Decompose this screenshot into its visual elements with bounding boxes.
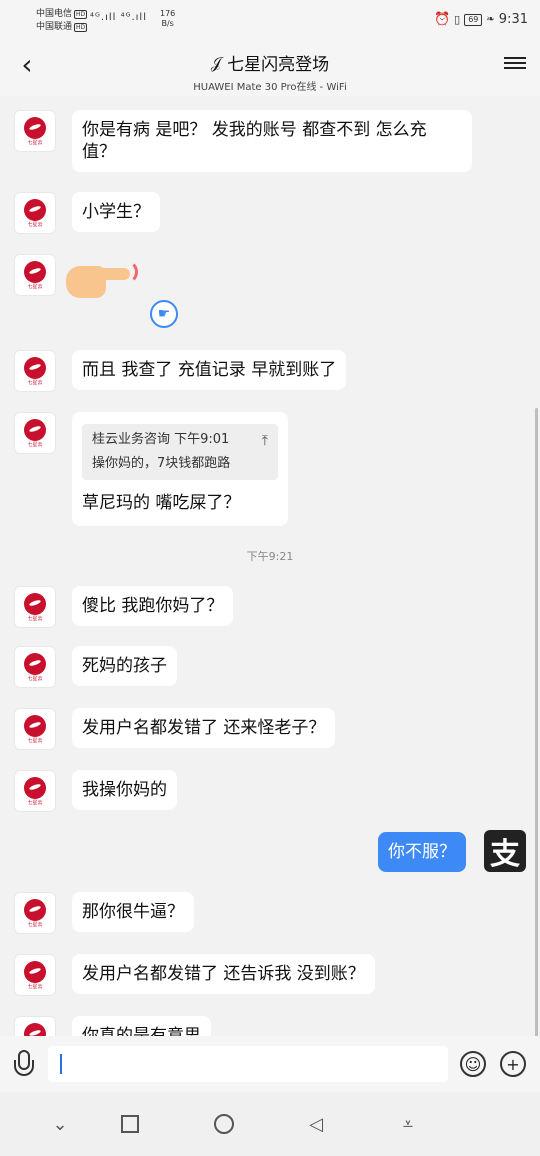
- hd-badge: HD: [74, 10, 88, 19]
- message-text: 你不服？: [388, 842, 456, 862]
- battery-icon: 69: [464, 13, 483, 26]
- contact-avatar[interactable]: 七星云: [14, 892, 56, 934]
- text-caret: [60, 1054, 62, 1074]
- message-text: 草尼玛的 嘴吃屎了？: [82, 493, 241, 513]
- chat-title-text: 七星闪亮登场: [227, 55, 330, 75]
- contact-avatar[interactable]: 七星云: [14, 254, 56, 296]
- carrier-2: 中国联通: [36, 22, 73, 32]
- ear-icon: 𝒥: [210, 53, 222, 72]
- signal-icon: ⁴ᴳ.ıll ⁴ᴳ.ıll: [90, 12, 147, 23]
- message-text: 发用户名都发错了 还来怪老子？: [82, 718, 326, 738]
- my-avatar[interactable]: 支: [484, 830, 526, 872]
- emoji-icon[interactable]: ☺: [460, 1051, 486, 1077]
- message-bubble[interactable]: 桂云业务咨询 下午9:01 操你妈的，7块钱都跑路 ⤒ 草尼玛的 嘴吃屎了？: [72, 412, 288, 526]
- message-bubble[interactable]: 而且 我查了 充值记录 早就到账了: [72, 350, 347, 390]
- contact-avatar[interactable]: 七星云: [14, 770, 56, 812]
- contact-avatar[interactable]: 七星云: [14, 954, 56, 996]
- leaf-icon: ❧: [486, 14, 495, 25]
- carrier-info: 中国电信 HD 中国联通 HD: [36, 8, 88, 34]
- quoted-message[interactable]: 桂云业务咨询 下午9:01 操你妈的，7块钱都跑路 ⤒: [82, 424, 278, 480]
- chat-area[interactable]: 七星云 你是有病 是吧？ 发我的账号 都查不到 怎么充 值？ 七星云 小学生？ …: [0, 96, 540, 1036]
- contact-avatar[interactable]: 七星云: [14, 192, 56, 234]
- message-bubble[interactable]: 发用户名都发错了 还来怪老子？: [72, 708, 336, 748]
- contact-avatar[interactable]: 七星云: [14, 412, 56, 454]
- contact-avatar[interactable]: 七星云: [14, 350, 56, 392]
- status-time: 9:31: [498, 12, 528, 27]
- title-wrap: 𝒥 七星闪亮登场 HUAWEI Mate 30 Pro在线 - WiFi: [120, 50, 420, 94]
- message-text: 我操你妈的: [82, 780, 167, 800]
- contact-avatar[interactable]: 七星云: [14, 708, 56, 750]
- recents-button[interactable]: [118, 1112, 142, 1136]
- hand-emoji-icon[interactable]: ☛: [150, 300, 178, 328]
- message-bubble[interactable]: 傻比 我跑你妈了？: [72, 586, 234, 626]
- add-icon[interactable]: +: [500, 1051, 526, 1077]
- menu-icon[interactable]: [504, 54, 526, 76]
- contact-avatar[interactable]: 七星云: [14, 1016, 56, 1036]
- message-bubble[interactable]: 你是有病 是吧？ 发我的账号 都查不到 怎么充 值？: [72, 110, 472, 172]
- message-bubble[interactable]: 那你很牛逼？: [72, 892, 194, 932]
- hd-badge: HD: [74, 23, 88, 32]
- message-text: 小学生？: [82, 202, 150, 222]
- status-bar: 中国电信 HD 中国联通 HD ⁴ᴳ.ıll ⁴ᴳ.ıll 176 B/s ⏰ ▯ …: [0, 0, 540, 40]
- carrier-1: 中国电信: [36, 9, 73, 19]
- alarm-icon: ⏰: [433, 12, 451, 27]
- contact-avatar[interactable]: 七星云: [14, 110, 56, 152]
- contact-avatar[interactable]: 七星云: [14, 646, 56, 688]
- microphone-icon[interactable]: [12, 1050, 38, 1080]
- chevron-down-icon[interactable]: ⌄: [48, 1112, 72, 1136]
- quote-header: 桂云业务咨询 下午9:01: [92, 432, 230, 447]
- message-text: 值？: [82, 142, 116, 162]
- back-button[interactable]: ‹: [10, 50, 44, 84]
- message-bubble[interactable]: 小学生？: [72, 192, 160, 232]
- back-nav-button[interactable]: ◁: [304, 1112, 328, 1136]
- message-text: 你是有病 是吧？ 发我的账号 都查不到 怎么充: [82, 120, 427, 140]
- net-speed: 176 B/s: [160, 9, 175, 29]
- quote-body: 操你妈的，7块钱都跑路: [92, 456, 231, 471]
- message-text: 死妈的孩子: [82, 656, 167, 676]
- chat-title: 𝒥 七星闪亮登场: [210, 50, 330, 76]
- home-button[interactable]: [212, 1112, 236, 1136]
- message-text: 发用户名都发错了 还告诉我 没到账？: [82, 964, 365, 984]
- device-status: HUAWEI Mate 30 Pro在线 - WiFi: [193, 82, 347, 93]
- status-right: ⏰ ▯ 69 ❧ 9:31: [434, 12, 528, 27]
- net-speed-value: 176: [160, 9, 176, 18]
- message-text: 那你很牛逼？: [82, 902, 184, 922]
- message-text: 你真的是有意思: [82, 1026, 201, 1036]
- contact-avatar[interactable]: 七星云: [14, 586, 56, 628]
- message-text: 而且 我查了 充值记录 早就到账了: [82, 360, 337, 380]
- message-text: 傻比 我跑你妈了？: [82, 596, 224, 616]
- message-bubble[interactable]: 死妈的孩子: [72, 646, 177, 686]
- pin-top-icon: ⤒: [261, 433, 268, 449]
- message-bubble[interactable]: 我操你妈的: [72, 770, 177, 810]
- notification-pull-icon[interactable]: ⩡: [396, 1112, 420, 1136]
- message-bubble[interactable]: 发用户名都发错了 还告诉我 没到账？: [72, 954, 375, 994]
- input-bar: ☺ +: [0, 1036, 540, 1092]
- my-message-bubble[interactable]: 你不服？: [378, 832, 466, 872]
- vibrate-icon: ▯: [454, 13, 461, 26]
- scrollbar[interactable]: [535, 408, 538, 1036]
- pointing-hand-sticker[interactable]: [66, 258, 142, 304]
- chat-header: ‹ 𝒥 七星闪亮登场 HUAWEI Mate 30 Pro在线 - WiFi: [0, 40, 540, 96]
- message-input[interactable]: [48, 1046, 448, 1082]
- timestamp: 下午9:21: [246, 550, 294, 563]
- net-speed-unit: B/s: [161, 19, 174, 28]
- message-bubble[interactable]: 你真的是有意思: [72, 1016, 211, 1036]
- system-nav-bar: ⌄ ◁ ⩡: [0, 1092, 540, 1156]
